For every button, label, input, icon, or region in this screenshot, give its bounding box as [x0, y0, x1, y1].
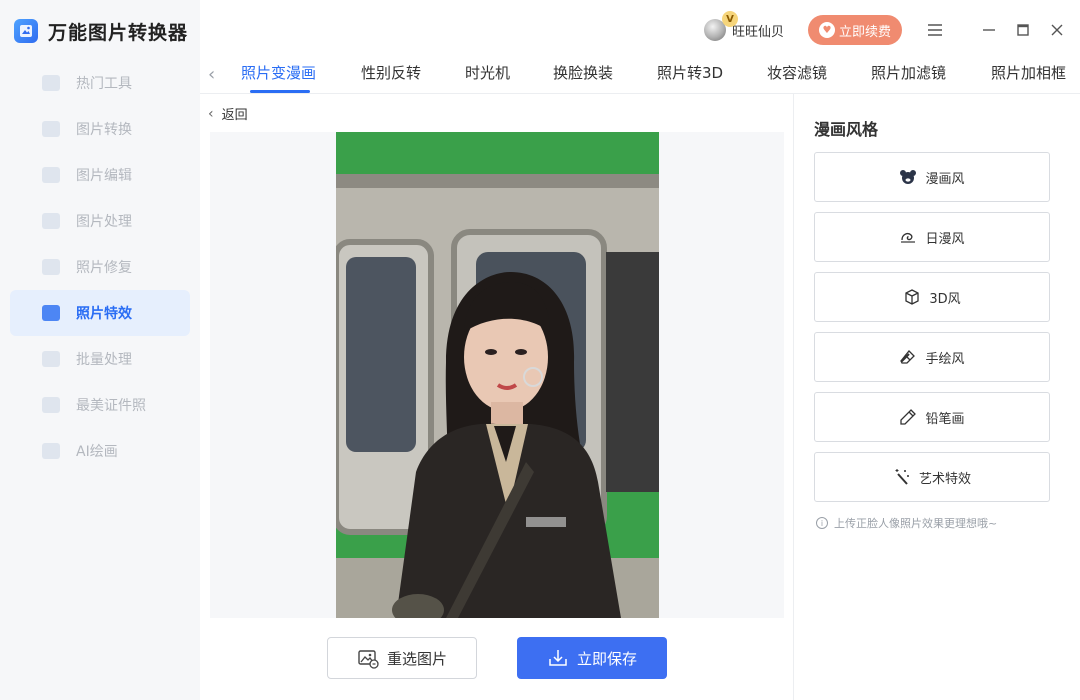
cube-icon — [903, 288, 921, 306]
panel-title: 漫画风格 — [814, 120, 879, 139]
sidebar-item-label: 图片编辑 — [76, 168, 132, 184]
reselect-label: 重选图片 — [386, 649, 447, 668]
download-icon — [549, 650, 567, 666]
image-process-icon — [40, 211, 62, 231]
batch-icon — [40, 349, 62, 369]
sidebar-item-photo-effect[interactable]: 照片特效 — [10, 290, 190, 336]
back-link[interactable]: ‹ 返回 — [208, 104, 248, 124]
tab-makeup-filter[interactable]: 妆容滤镜 — [767, 62, 827, 83]
tab-photo-frame[interactable]: 照片加相框 — [991, 62, 1066, 83]
image-swap-icon — [358, 650, 379, 669]
preview-photo — [336, 132, 659, 618]
sidebar-item-label: 最美证件照 — [76, 398, 146, 414]
ai-paint-icon — [40, 441, 62, 461]
sidebar-item-label: 照片修复 — [76, 260, 132, 276]
image-convert-icon — [40, 119, 62, 139]
sidebar-item-image-edit[interactable]: 图片编辑 — [10, 152, 190, 198]
renew-button[interactable]: ♥ 立即续费 — [808, 15, 902, 45]
sidebar-item-label: 热门工具 — [76, 76, 132, 92]
tab-gender-swap[interactable]: 性别反转 — [361, 62, 421, 83]
avatar: V — [704, 11, 738, 41]
style-label: 3D风 — [929, 291, 961, 307]
sidebar-item-batch[interactable]: 批量处理 — [10, 336, 190, 382]
minimize-icon — [983, 29, 995, 31]
close-button[interactable] — [1045, 18, 1069, 42]
panel-divider — [793, 94, 794, 700]
photo-repair-icon — [40, 257, 62, 277]
image-preview-area — [210, 132, 784, 618]
sidebar-item-ai-paint[interactable]: AI绘画 — [10, 428, 190, 474]
style-art-effect-button[interactable]: 艺术特效 — [814, 452, 1050, 502]
maximize-button[interactable] — [1011, 18, 1035, 42]
tab-photo-to-3d[interactable]: 照片转3D — [657, 62, 723, 83]
sidebar-item-hot-tools[interactable]: 热门工具 — [10, 60, 190, 106]
tab-photo-to-comic[interactable]: 照片变漫画 — [241, 62, 316, 83]
sidebar-item-id-photo[interactable]: 最美证件照 — [10, 382, 190, 428]
menu-icon — [928, 24, 942, 36]
tab-photo-filter[interactable]: 照片加滤镜 — [871, 62, 946, 83]
style-pencil-button[interactable]: 铅笔画 — [814, 392, 1050, 442]
maximize-icon — [1017, 24, 1029, 36]
chevron-left-icon: ‹ — [208, 105, 214, 122]
style-label: 日漫风 — [925, 231, 965, 247]
info-icon: i — [816, 517, 828, 529]
sidebar-item-photo-repair[interactable]: 照片修复 — [10, 244, 190, 290]
sidebar-item-label: 照片特效 — [76, 306, 132, 322]
sidebar: 万能图片转换器 热门工具 图片转换 图片编辑 图片处理 照片修复 照片特效 批量… — [0, 0, 200, 700]
portrait-photo-image — [336, 132, 659, 618]
minimize-button[interactable] — [977, 18, 1001, 42]
active-tab-indicator — [250, 90, 310, 93]
sidebar-item-label: 图片处理 — [76, 214, 132, 230]
action-bar: 重选图片 立即保存 — [210, 618, 784, 700]
style-comic-button[interactable]: 漫画风 — [814, 152, 1050, 202]
tabs-bar: ‹ 照片变漫画 性别反转 时光机 换脸换装 照片转3D 妆容滤镜 照片加滤镜 照… — [200, 50, 1080, 94]
style-3d-button[interactable]: 3D风 — [814, 272, 1050, 322]
save-label: 立即保存 — [576, 649, 637, 668]
style-label: 铅笔画 — [925, 411, 965, 427]
style-anime-button[interactable]: 日漫风 — [814, 212, 1050, 262]
style-handdrawn-button[interactable]: 手绘风 — [814, 332, 1050, 382]
swirl-icon — [899, 228, 917, 246]
tab-face-swap[interactable]: 换脸换装 — [553, 62, 613, 83]
photo-effect-icon — [40, 303, 62, 323]
app-logo-icon — [14, 19, 38, 43]
pencil-icon — [899, 408, 917, 426]
sidebar-item-label: AI绘画 — [76, 444, 118, 460]
close-icon — [1051, 24, 1063, 36]
app-title: 万能图片转换器 — [14, 16, 188, 46]
renew-label: 立即续费 — [838, 24, 891, 40]
style-label: 漫画风 — [925, 171, 965, 187]
grid-icon — [40, 73, 62, 93]
style-label: 手绘风 — [925, 351, 965, 367]
sidebar-item-label: 图片转换 — [76, 122, 132, 138]
image-edit-icon — [40, 165, 62, 185]
magic-wand-icon — [893, 468, 911, 486]
upload-hint: i 上传正脸人像照片效果更理想哦~ — [816, 515, 997, 531]
id-photo-icon — [40, 395, 62, 415]
hint-text: 上传正脸人像照片效果更理想哦~ — [834, 517, 998, 530]
sidebar-nav: 热门工具 图片转换 图片编辑 图片处理 照片修复 照片特效 批量处理 最美证件照… — [10, 60, 190, 474]
bear-icon — [899, 168, 917, 186]
back-label: 返回 — [221, 108, 248, 123]
reselect-image-button[interactable]: 重选图片 — [327, 637, 477, 679]
chevron-left-icon[interactable]: ‹ — [208, 64, 224, 85]
user-info[interactable]: V 旺旺仙贝 — [704, 11, 785, 46]
sidebar-item-label: 批量处理 — [76, 352, 132, 368]
style-label: 艺术特效 — [918, 471, 971, 487]
save-now-button[interactable]: 立即保存 — [517, 637, 667, 679]
vip-badge: V — [722, 11, 738, 27]
username: 旺旺仙贝 — [732, 24, 785, 40]
app-name: 万能图片转换器 — [48, 21, 189, 44]
menu-button[interactable] — [923, 18, 947, 42]
heart-icon: ♥ — [818, 22, 835, 38]
sidebar-item-image-process[interactable]: 图片处理 — [10, 198, 190, 244]
sidebar-item-image-convert[interactable]: 图片转换 — [10, 106, 190, 152]
tab-time-machine[interactable]: 时光机 — [465, 62, 510, 83]
eraser-icon — [899, 348, 917, 366]
